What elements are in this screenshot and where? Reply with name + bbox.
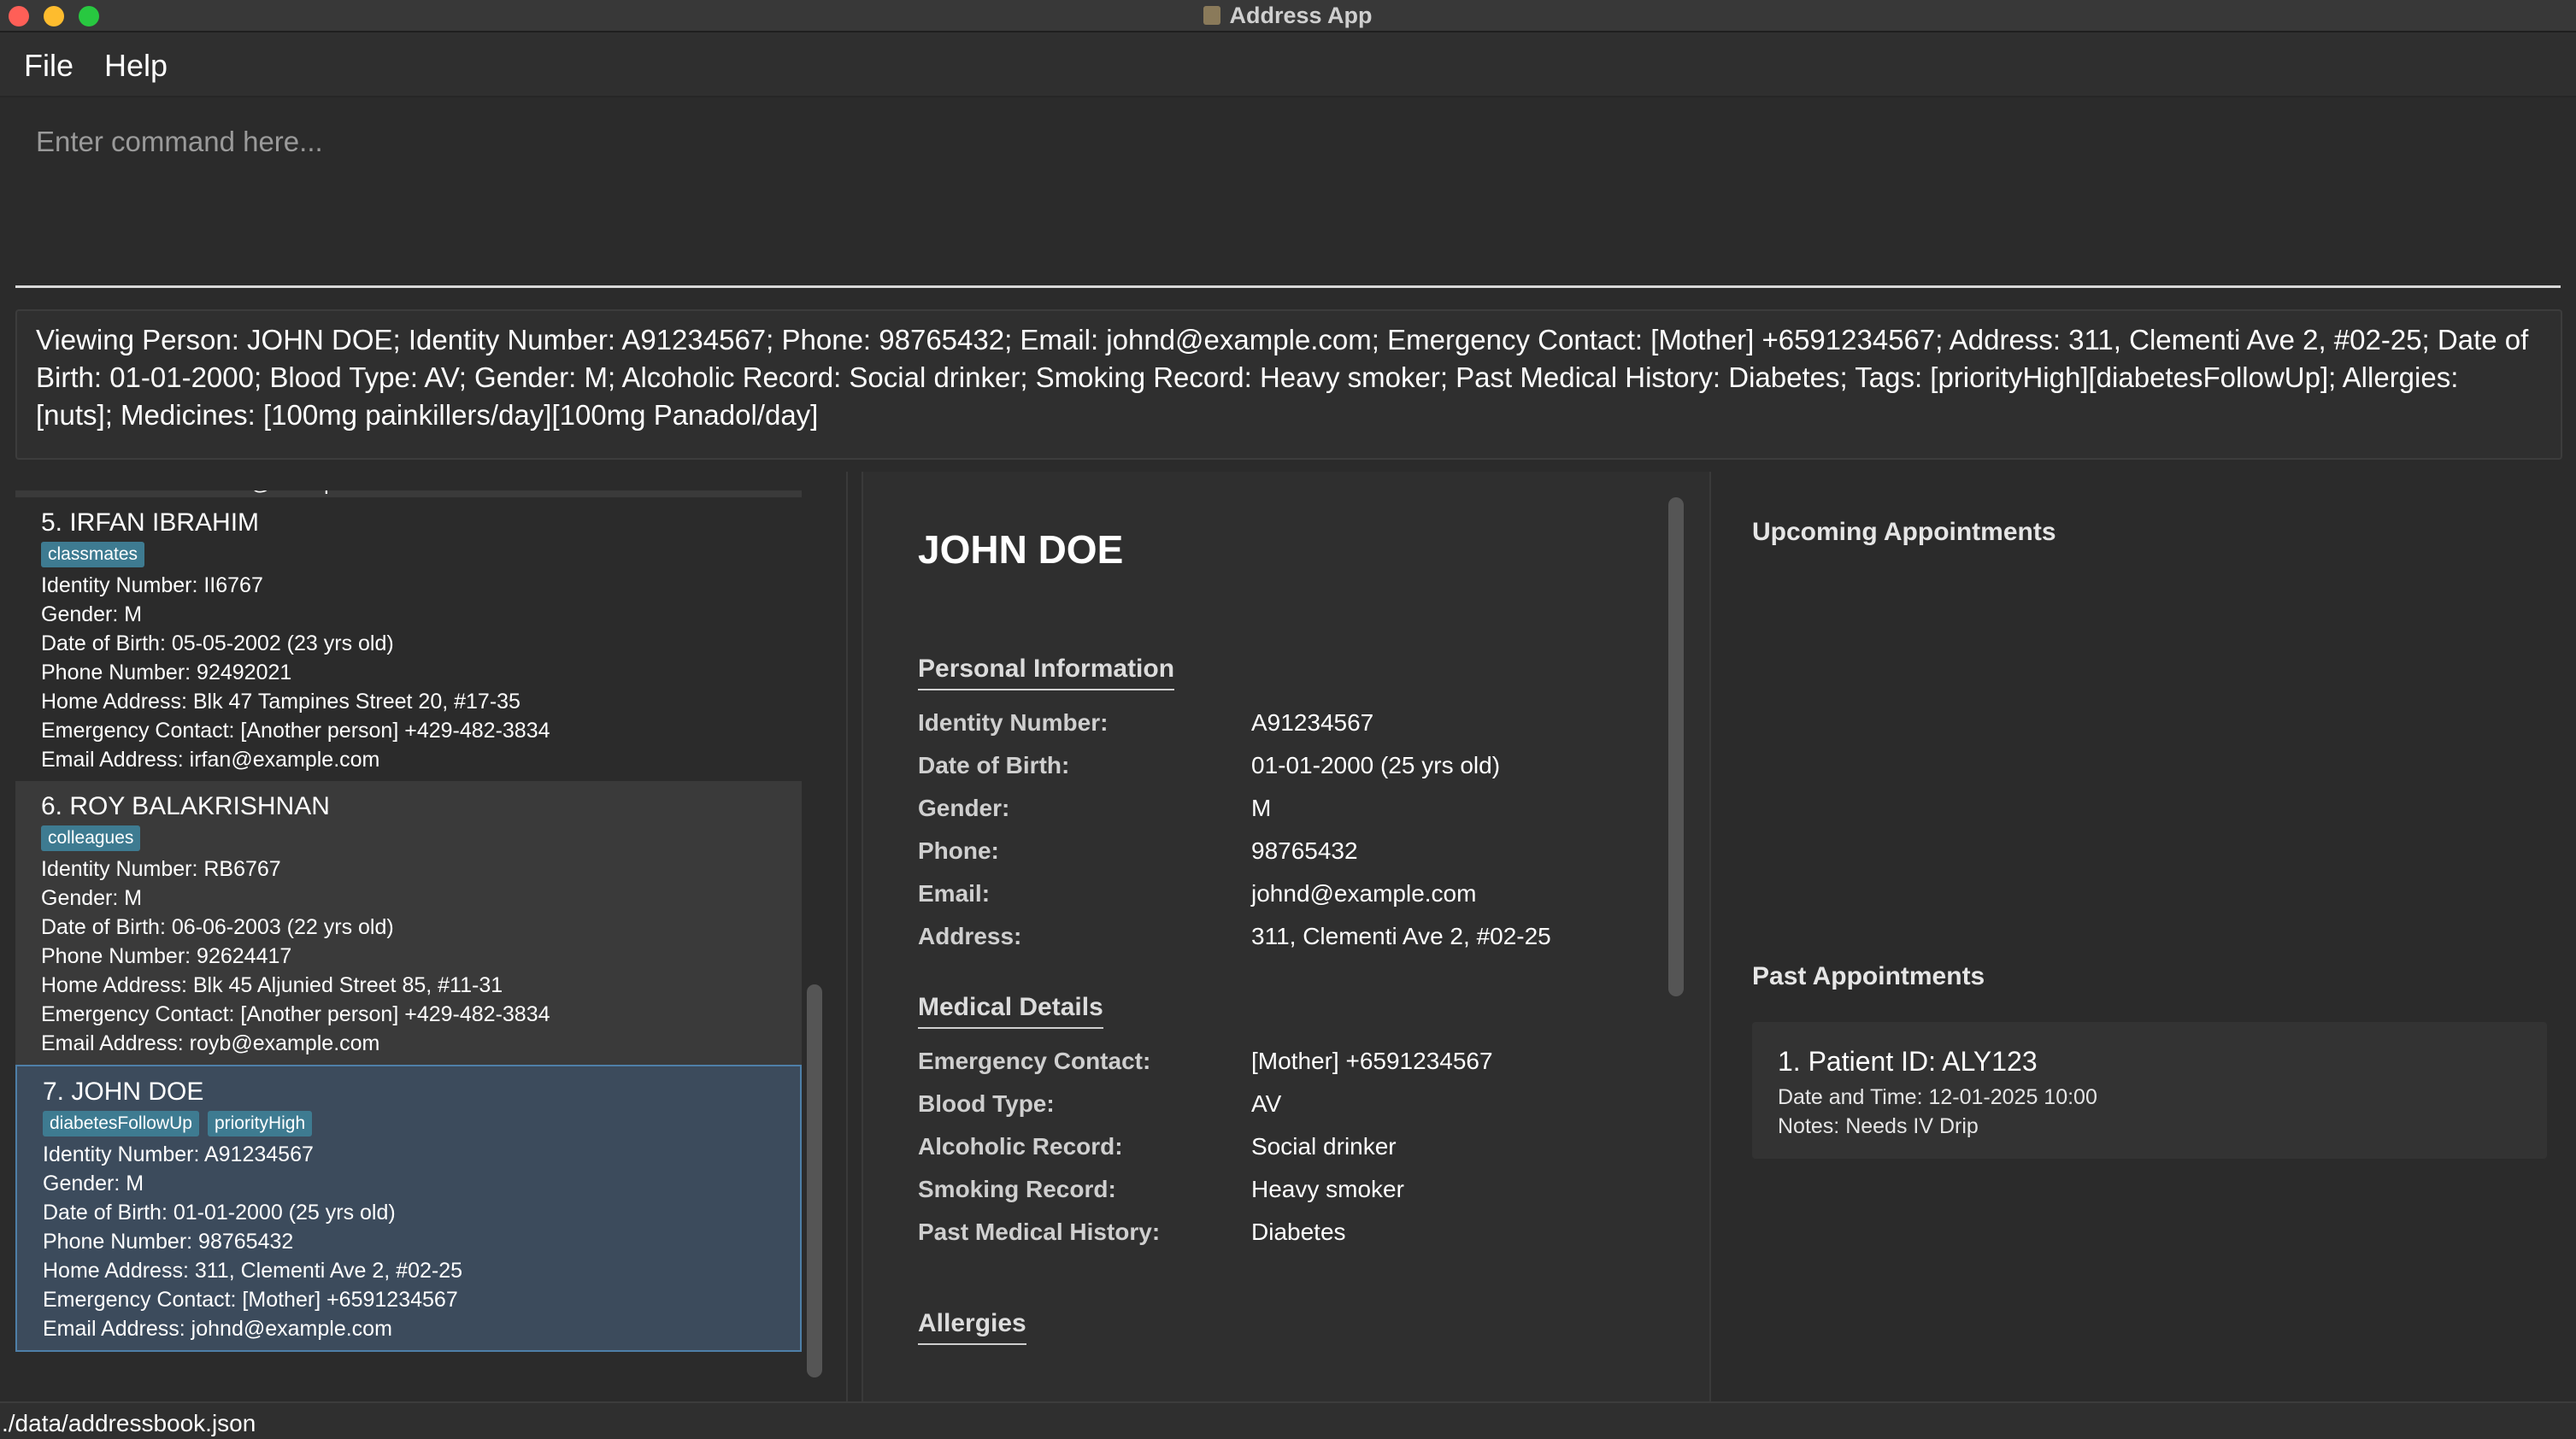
person-tags: diabetesFollowUp priorityHigh xyxy=(43,1111,788,1137)
detail-row-email: Email: johnd@example.com xyxy=(918,880,1602,914)
detail-label: Gender: xyxy=(918,795,1010,821)
person-card-partial[interactable]: Email Address: lidavid@example.com xyxy=(15,490,802,497)
person-email: Email Address: royb@example.com xyxy=(41,1031,380,1055)
command-input[interactable] xyxy=(34,120,2516,164)
detail-value: Heavy smoker xyxy=(1251,1176,1404,1202)
person-dob: Date of Birth: 06-06-2003 (22 yrs old) xyxy=(41,915,394,939)
detail-value: johnd@example.com xyxy=(1251,880,1477,907)
person-phone: Phone Number: 98765432 xyxy=(43,1230,294,1254)
detail-value: [Mother] +6591234567 xyxy=(1251,1048,1493,1074)
upcoming-appointments-heading: Upcoming Appointments xyxy=(1752,518,2056,546)
detail-label: Identity Number: xyxy=(918,709,1109,736)
person-detail-panel: JOHN DOE Personal Information Identity N… xyxy=(862,472,1711,1401)
detail-value: 98765432 xyxy=(1251,837,1358,864)
person-gender: Gender: M xyxy=(41,886,143,910)
detail-value: M xyxy=(1251,795,1272,821)
appointment-datetime: Date and Time: 12-01-2025 10:00 xyxy=(1778,1085,2097,1109)
result-display: Viewing Person: JOHN DOE; Identity Numbe… xyxy=(15,309,2562,460)
person-identity: Identity Number: RB6767 xyxy=(41,857,281,881)
menu-help[interactable]: Help xyxy=(104,48,168,84)
detail-value: AV xyxy=(1251,1090,1282,1117)
person-card[interactable]: 5. IRFAN IBRAHIM classmates Identity Num… xyxy=(15,497,802,781)
detail-label: Smoking Record: xyxy=(918,1176,1116,1202)
person-tags: classmates xyxy=(41,542,790,567)
detail-row-address: Address: 311, Clementi Ave 2, #02-25 xyxy=(918,923,1602,957)
detail-label: Address: xyxy=(918,923,1022,949)
detail-label: Blood Type: xyxy=(918,1090,1055,1117)
detail-value: Diabetes xyxy=(1251,1219,1346,1245)
person-card-selected[interactable]: 7. JOHN DOE diabetesFollowUp priorityHig… xyxy=(15,1065,802,1352)
result-text: Viewing Person: JOHN DOE; Identity Numbe… xyxy=(36,324,2529,431)
detail-label: Date of Birth: xyxy=(918,752,1070,778)
person-emergency: Emergency Contact: [Another person] +429… xyxy=(41,1002,550,1026)
past-appointments-heading: Past Appointments xyxy=(1752,962,1985,990)
person-address: Home Address: 311, Clementi Ave 2, #02-2… xyxy=(43,1259,463,1283)
appointment-title: 1. Patient ID: ALY123 xyxy=(1778,1046,2038,1077)
detail-person-name: JOHN DOE xyxy=(918,527,1124,572)
detail-row-dob: Date of Birth: 01-01-2000 (25 yrs old) xyxy=(918,752,1602,786)
detail-row-emergency: Emergency Contact: [Mother] +6591234567 xyxy=(918,1048,1602,1082)
detail-value: 311, Clementi Ave 2, #02-25 xyxy=(1251,923,1551,949)
person-address: Home Address: Blk 45 Aljunied Street 85,… xyxy=(41,973,503,997)
detail-label: Phone: xyxy=(918,837,999,864)
detail-label: Email: xyxy=(918,880,991,907)
person-email: Email Address: lidavid@example.com xyxy=(41,490,399,497)
app-icon xyxy=(1203,6,1221,25)
detail-label: Alcoholic Record: xyxy=(918,1133,1123,1160)
person-list[interactable]: Email Address: lidavid@example.com 5. IR… xyxy=(15,490,802,1383)
status-bar: ./data/addressbook.json xyxy=(0,1401,2576,1439)
person-dob: Date of Birth: 05-05-2002 (23 yrs old) xyxy=(41,631,394,655)
person-tag: diabetesFollowUp xyxy=(43,1111,199,1137)
detail-label: Emergency Contact: xyxy=(918,1048,1151,1074)
person-emergency: Emergency Contact: [Another person] +429… xyxy=(41,719,550,743)
detail-label: Past Medical History: xyxy=(918,1219,1161,1245)
detail-row-alcohol: Alcoholic Record: Social drinker xyxy=(918,1133,1602,1167)
person-identity: Identity Number: II6767 xyxy=(41,573,263,597)
person-list-scrollbar-thumb[interactable] xyxy=(807,984,822,1377)
detail-scrollbar-thumb[interactable] xyxy=(1668,497,1684,996)
appointments-panel: Upcoming Appointments Past Appointments … xyxy=(1725,472,2561,1401)
person-list-panel: Email Address: lidavid@example.com 5. IR… xyxy=(0,472,848,1401)
person-name: 5. IRFAN IBRAHIM xyxy=(41,508,260,537)
detail-row-history: Past Medical History: Diabetes xyxy=(918,1219,1602,1253)
detail-row-smoking: Smoking Record: Heavy smoker xyxy=(918,1176,1602,1210)
detail-value: 01-01-2000 (25 yrs old) xyxy=(1251,752,1501,778)
medical-details-heading: Medical Details xyxy=(918,993,1103,1029)
person-card[interactable]: 6. ROY BALAKRISHNAN colleagues Identity … xyxy=(15,781,802,1065)
appointment-notes: Notes: Needs IV Drip xyxy=(1778,1114,1979,1138)
person-dob: Date of Birth: 01-01-2000 (25 yrs old) xyxy=(43,1201,396,1225)
menu-bar: File Help xyxy=(0,32,2576,97)
person-gender: Gender: M xyxy=(41,602,143,626)
menu-file[interactable]: File xyxy=(24,48,74,84)
person-emergency: Emergency Contact: [Mother] +6591234567 xyxy=(43,1288,458,1312)
person-tag: priorityHigh xyxy=(207,1111,313,1137)
status-file-path: ./data/addressbook.json xyxy=(2,1410,256,1436)
person-address: Home Address: Blk 47 Tampines Street 20,… xyxy=(41,690,520,714)
person-identity: Identity Number: A91234567 xyxy=(43,1142,314,1166)
detail-row-phone: Phone: 98765432 xyxy=(918,837,1602,872)
person-gender: Gender: M xyxy=(43,1172,144,1195)
personal-info-heading: Personal Information xyxy=(918,655,1175,690)
detail-value: A91234567 xyxy=(1251,709,1374,736)
person-email: Email Address: irfan@example.com xyxy=(41,748,380,772)
person-tag: classmates xyxy=(41,542,145,567)
person-name: 6. ROY BALAKRISHNAN xyxy=(41,792,330,820)
window-titlebar: Address App xyxy=(0,0,2576,32)
person-tag: colleagues xyxy=(41,825,141,851)
detail-row-blood-type: Blood Type: AV xyxy=(918,1090,1602,1125)
window-title: Address App xyxy=(1229,2,1373,28)
person-phone: Phone Number: 92492021 xyxy=(41,661,292,684)
person-name: 7. JOHN DOE xyxy=(43,1078,204,1106)
person-list-content: Email Address: lidavid@example.com 5. IR… xyxy=(15,490,802,1352)
allergies-heading: Allergies xyxy=(918,1309,1026,1345)
detail-value: Social drinker xyxy=(1251,1133,1397,1160)
person-tags: colleagues xyxy=(41,825,790,851)
person-phone: Phone Number: 92624417 xyxy=(41,944,292,968)
detail-row-identity: Identity Number: A91234567 xyxy=(918,709,1602,743)
window-title-wrap: Address App xyxy=(0,0,2576,31)
command-box xyxy=(15,103,2561,288)
detail-row-gender: Gender: M xyxy=(918,795,1602,829)
appointment-card[interactable]: 1. Patient ID: ALY123 Date and Time: 12-… xyxy=(1752,1022,2547,1159)
person-email: Email Address: johnd@example.com xyxy=(43,1317,392,1341)
